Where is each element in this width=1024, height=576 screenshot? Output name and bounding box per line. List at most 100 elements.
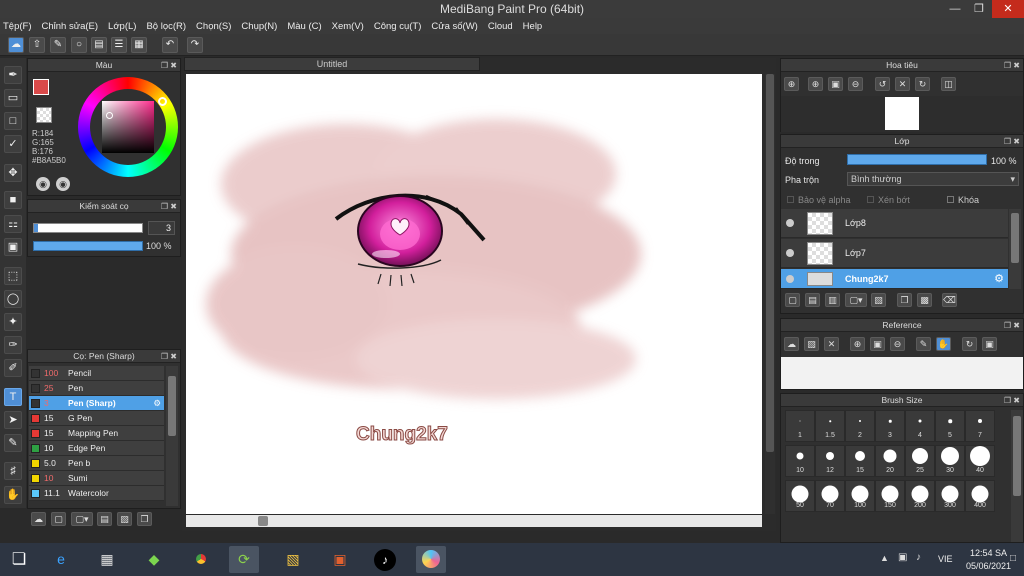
brush-size-cell[interactable]: 15 bbox=[845, 445, 875, 477]
notification-icon[interactable]: □ bbox=[1010, 553, 1016, 564]
brush-item[interactable]: 15 Mapping Pen bbox=[29, 426, 164, 441]
tiktok-icon[interactable]: ♪ bbox=[370, 546, 400, 573]
brush-size-cell[interactable]: 40 bbox=[965, 445, 995, 477]
foreground-color-swatch[interactable] bbox=[33, 79, 49, 95]
brush-add-icon[interactable]: ▢ bbox=[51, 512, 66, 526]
brush-size-scrollbar[interactable] bbox=[1011, 410, 1023, 542]
brush-item[interactable]: 25 Pen bbox=[29, 381, 164, 396]
color-wheel[interactable] bbox=[78, 77, 178, 177]
color-set-icon[interactable]: ◉ bbox=[36, 177, 50, 191]
brush-new-dropdown-icon[interactable]: ▢▾ bbox=[71, 512, 93, 526]
file-explorer-icon[interactable]: ▧ bbox=[278, 546, 308, 573]
powerpoint-icon[interactable]: ▣ bbox=[325, 546, 355, 573]
brush-size-cell[interactable]: 4 bbox=[905, 410, 935, 442]
clock-time[interactable]: 12:54 SA bbox=[970, 548, 1007, 558]
brush-size-cell[interactable]: 100 bbox=[845, 480, 875, 512]
new-layer-dropdown-icon[interactable]: ▢▾ bbox=[845, 293, 867, 307]
select-rect-icon[interactable]: ⬚ bbox=[4, 267, 22, 285]
menu-file[interactable]: Tệp(F) bbox=[3, 21, 32, 32]
brush-size-cell[interactable]: 5 bbox=[935, 410, 965, 442]
network-icon[interactable]: ▣ bbox=[898, 552, 907, 563]
brush-tool-icon[interactable]: ✒ bbox=[4, 66, 22, 84]
menu-tools[interactable]: Công cụ(T) bbox=[374, 21, 422, 32]
brush-size-cell[interactable]: 300 bbox=[935, 480, 965, 512]
new-layer-icon[interactable]: ▢ bbox=[785, 293, 800, 307]
brush-size-cell[interactable]: 25 bbox=[905, 445, 935, 477]
text-tool-icon[interactable]: T bbox=[4, 388, 22, 406]
reference-fit-icon[interactable]: ▣ bbox=[870, 337, 885, 351]
lasso-brush-icon[interactable]: ✓ bbox=[4, 135, 22, 153]
delete-layer-icon[interactable]: ⌫ bbox=[942, 293, 957, 307]
comment-icon[interactable]: ✎ bbox=[50, 37, 66, 53]
reference-close-icon[interactable]: ✕ bbox=[824, 337, 839, 351]
reference-zoom-out-icon[interactable]: ⊖ bbox=[890, 337, 905, 351]
menu-snap[interactable]: Chụp(N) bbox=[241, 21, 277, 32]
restore-icon[interactable]: ❐ bbox=[966, 0, 992, 18]
brush-settings-gear-icon[interactable]: ⚙ bbox=[153, 396, 161, 411]
operation-tool-icon[interactable]: ➤ bbox=[4, 411, 22, 429]
reference-zoom-in-icon[interactable]: ⊕ bbox=[850, 337, 865, 351]
brush-size-cell[interactable]: 1 bbox=[785, 410, 815, 442]
brush-size-cell[interactable]: 50 bbox=[785, 480, 815, 512]
new-halftone-layer-icon[interactable]: ▤ bbox=[805, 293, 820, 307]
layer-scrollbar[interactable] bbox=[1009, 209, 1021, 289]
zoom-in-2-icon[interactable]: ⊕ bbox=[808, 77, 823, 91]
share-icon[interactable]: ⇧ bbox=[29, 37, 45, 53]
menu-view[interactable]: Xem(V) bbox=[332, 21, 364, 32]
greenshot-icon[interactable]: ⟳ bbox=[229, 546, 259, 573]
chrome-icon[interactable] bbox=[186, 546, 216, 573]
brush-copy-icon[interactable]: ▤ bbox=[97, 512, 112, 526]
panel-menu-icon[interactable]: ❐ ✖ bbox=[161, 200, 177, 213]
merge-layer-icon[interactable]: ▩ bbox=[917, 293, 932, 307]
brush-item[interactable]: 10 Edge Pen bbox=[29, 441, 164, 456]
rotate-right-icon[interactable]: ↻ bbox=[915, 77, 930, 91]
reference-open-icon[interactable]: ▧ bbox=[804, 337, 819, 351]
rectangle-tool-icon[interactable]: □ bbox=[4, 112, 22, 130]
volume-icon[interactable]: ♪ bbox=[916, 552, 921, 563]
color-history-icon[interactable]: ◉ bbox=[56, 177, 70, 191]
canvas-vertical-scrollbar[interactable] bbox=[765, 74, 775, 514]
grid-icon[interactable]: ▦ bbox=[131, 37, 147, 53]
hand-tool-icon[interactable]: ✋ bbox=[4, 486, 22, 504]
reference-hand-icon[interactable]: ✋ bbox=[936, 337, 951, 351]
brush-size-cell[interactable]: 150 bbox=[875, 480, 905, 512]
select-lasso-icon[interactable]: ◯ bbox=[4, 290, 22, 308]
reference-reset-icon[interactable]: ▣ bbox=[982, 337, 997, 351]
panel-menu-icon[interactable]: ❐ ✖ bbox=[1004, 394, 1020, 407]
rotate-left-icon[interactable]: ↺ bbox=[875, 77, 890, 91]
blend-mode-select[interactable]: Bình thường ▾ bbox=[847, 172, 1019, 186]
gradient-tool-icon[interactable]: ▣ bbox=[4, 238, 22, 256]
brush-item[interactable]: 5.0 Pen b bbox=[29, 456, 164, 471]
dropper-tool-icon[interactable]: ✎ bbox=[4, 434, 22, 452]
brush-list-scrollbar[interactable] bbox=[166, 366, 178, 506]
reset-view-icon[interactable]: ✕ bbox=[895, 77, 910, 91]
menu-filter[interactable]: Bộ lọc(R) bbox=[146, 21, 186, 32]
layer-folder-icon[interactable]: ▧ bbox=[871, 293, 886, 307]
eraser-tool-icon[interactable]: ▭ bbox=[4, 89, 22, 107]
select-eraser-icon[interactable]: ✐ bbox=[4, 359, 22, 377]
brush-size-cell[interactable]: 12 bbox=[815, 445, 845, 477]
panel-menu-icon[interactable]: ❐ ✖ bbox=[161, 59, 177, 72]
protect-alpha-checkbox[interactable]: Bảo vệ alpha bbox=[787, 195, 851, 205]
brush-item[interactable]: 11.1 Watercolor bbox=[29, 486, 164, 501]
flip-icon[interactable]: ◫ bbox=[941, 77, 956, 91]
select-pen-icon[interactable]: ✑ bbox=[4, 336, 22, 354]
redo-icon[interactable]: ↷ bbox=[187, 37, 203, 53]
undo-icon[interactable]: ↶ bbox=[162, 37, 178, 53]
tray-chevron-icon[interactable]: ▲ bbox=[880, 553, 889, 563]
minimize-icon[interactable]: — bbox=[942, 0, 968, 18]
brush-size-cell[interactable]: 200 bbox=[905, 480, 935, 512]
canvas-tab[interactable]: Untitled bbox=[184, 57, 480, 71]
brush-size-cell[interactable]: 30 bbox=[935, 445, 965, 477]
language-indicator[interactable]: VIE bbox=[938, 554, 953, 564]
brush-duplicate-icon[interactable]: ❐ bbox=[137, 512, 152, 526]
brush-item[interactable]: 100 Pencil bbox=[29, 366, 164, 381]
zoom-in-icon[interactable]: ⊕ bbox=[784, 77, 799, 91]
layer-settings-gear-icon[interactable]: ⚙ bbox=[994, 272, 1004, 285]
panel-menu-icon[interactable]: ❐ ✖ bbox=[1004, 59, 1020, 72]
menu-edit[interactable]: Chỉnh sửa(E) bbox=[42, 21, 99, 32]
brush-size-cell[interactable]: 20 bbox=[875, 445, 905, 477]
page-icon[interactable]: ▤ bbox=[91, 37, 107, 53]
brush-opacity-track[interactable] bbox=[33, 241, 143, 251]
reference-cloud-icon[interactable]: ☁ bbox=[784, 337, 799, 351]
